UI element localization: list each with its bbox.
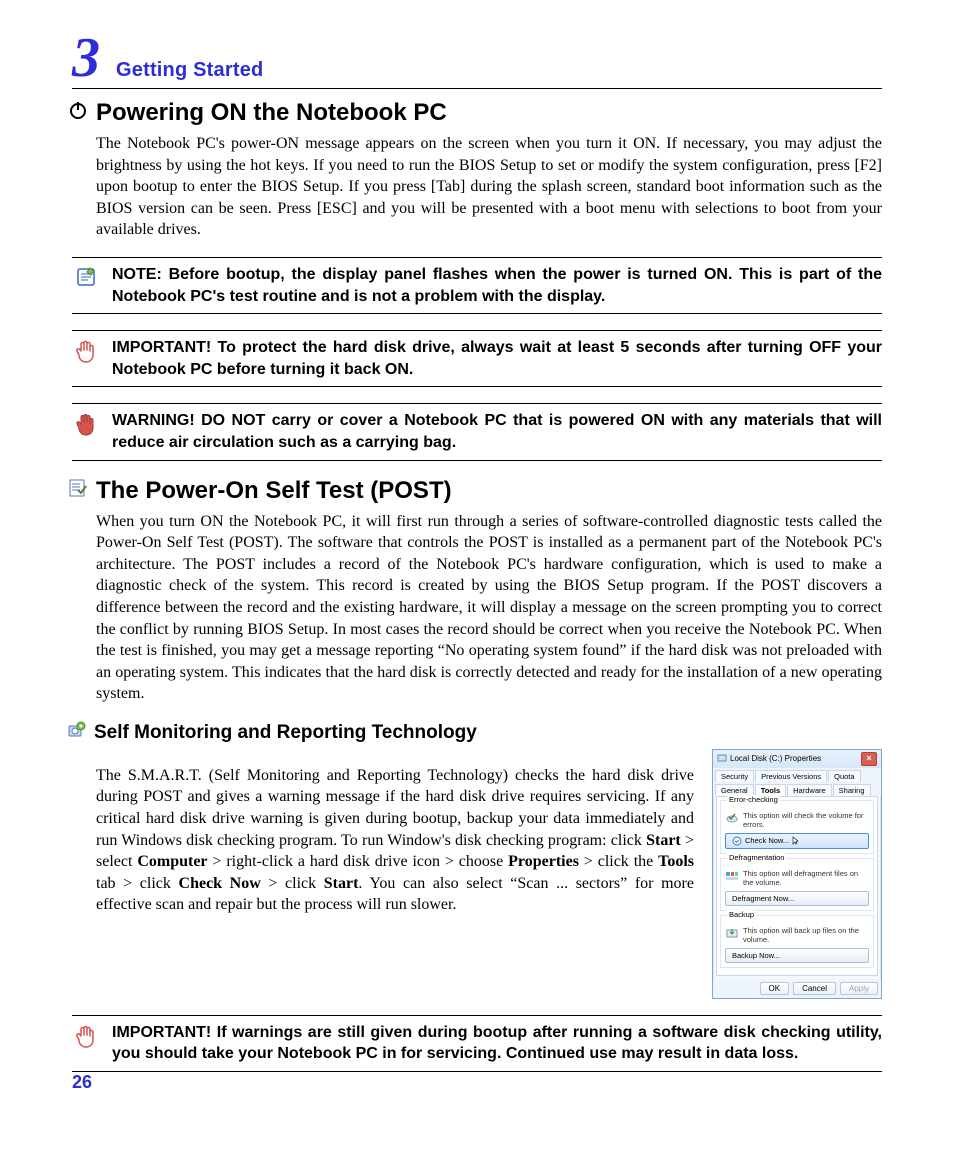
hand-icon (72, 337, 100, 380)
cancel-button[interactable]: Cancel (793, 982, 836, 995)
power-icon (68, 99, 88, 127)
dialog-title-text: Local Disk (C:) Properties (730, 754, 821, 763)
dialog-tabs-row2: General Tools Hardware Sharing (713, 782, 881, 796)
dialog-panel: Error-checking This option will check th… (716, 796, 878, 976)
chapter-title: Getting Started (116, 59, 263, 82)
important1-callout: IMPORTANT! To protect the hard disk driv… (72, 330, 882, 387)
section-heading-powering-on: Powering ON the Notebook PC (68, 99, 882, 127)
group-defragmentation: Defragmentation This option will defragm… (720, 858, 874, 911)
chapter-number: 3 (72, 30, 100, 86)
section-heading-post: The Power-On Self Test (POST) (68, 477, 882, 505)
section2-body: When you turn ON the Notebook PC, it wil… (96, 511, 882, 705)
note-text: NOTE: Before bootup, the display panel f… (112, 264, 882, 307)
dialog-titlebar: Local Disk (C:) Properties × (713, 750, 881, 768)
defrag-icon (725, 869, 739, 883)
cursor-icon (792, 836, 800, 846)
close-icon[interactable]: × (861, 752, 877, 766)
group-backup: Backup This option will back up files on… (720, 915, 874, 968)
warning-callout: WARNING! DO NOT carry or cover a Noteboo… (72, 403, 882, 460)
tab-previous-versions[interactable]: Previous Versions (755, 770, 827, 782)
warning-hand-icon (72, 410, 100, 453)
tab-quota[interactable]: Quota (828, 770, 860, 782)
warning-text: WARNING! DO NOT carry or cover a Noteboo… (112, 410, 882, 453)
section3-body: The S.M.A.R.T. (Self Monitoring and Repo… (96, 765, 694, 916)
note-icon (72, 264, 100, 307)
drive-gear-icon (68, 721, 86, 745)
page-number: 26 (72, 1072, 92, 1093)
group-text: This option will defragment files on the… (743, 869, 869, 887)
checklist-icon (68, 477, 88, 505)
group-title: Defragmentation (727, 853, 786, 862)
important2-callout: IMPORTANT! If warnings are still given d… (72, 1015, 882, 1072)
hand-icon (72, 1022, 100, 1065)
group-title: Error-checking (727, 795, 780, 804)
defragment-now-button[interactable]: Defragment Now... (725, 891, 869, 906)
check-now-button[interactable]: Check Now... (725, 833, 869, 849)
important1-text: IMPORTANT! To protect the hard disk driv… (112, 337, 882, 380)
group-error-checking: Error-checking This option will check th… (720, 800, 874, 854)
drive-icon (717, 753, 727, 765)
check-disk-icon (725, 811, 739, 825)
tab-security[interactable]: Security (715, 770, 754, 782)
backup-now-button[interactable]: Backup Now... (725, 948, 869, 963)
properties-dialog: Local Disk (C:) Properties × Security Pr… (712, 749, 882, 999)
chapter-header: 3 Getting Started (72, 30, 882, 89)
apply-button[interactable]: Apply (840, 982, 878, 995)
heading-text: Powering ON the Notebook PC (96, 99, 447, 127)
dialog-tabs-row1: Security Previous Versions Quota (713, 768, 881, 782)
section1-body: The Notebook PC's power-ON message appea… (96, 133, 882, 241)
backup-icon (725, 926, 739, 940)
heading-text: Self Monitoring and Reporting Technology (94, 722, 477, 744)
group-text: This option will check the volume for er… (743, 811, 869, 829)
section-heading-smart: Self Monitoring and Reporting Technology (68, 721, 882, 745)
tab-hardware[interactable]: Hardware (787, 784, 832, 796)
note-callout: NOTE: Before bootup, the display panel f… (72, 257, 882, 314)
group-text: This option will back up files on the vo… (743, 926, 869, 944)
group-title: Backup (727, 910, 756, 919)
heading-text: The Power-On Self Test (POST) (96, 477, 452, 505)
tab-sharing[interactable]: Sharing (833, 784, 871, 796)
dialog-button-row: OK Cancel Apply (713, 979, 881, 998)
important2-text: IMPORTANT! If warnings are still given d… (112, 1022, 882, 1065)
ok-button[interactable]: OK (760, 982, 790, 995)
